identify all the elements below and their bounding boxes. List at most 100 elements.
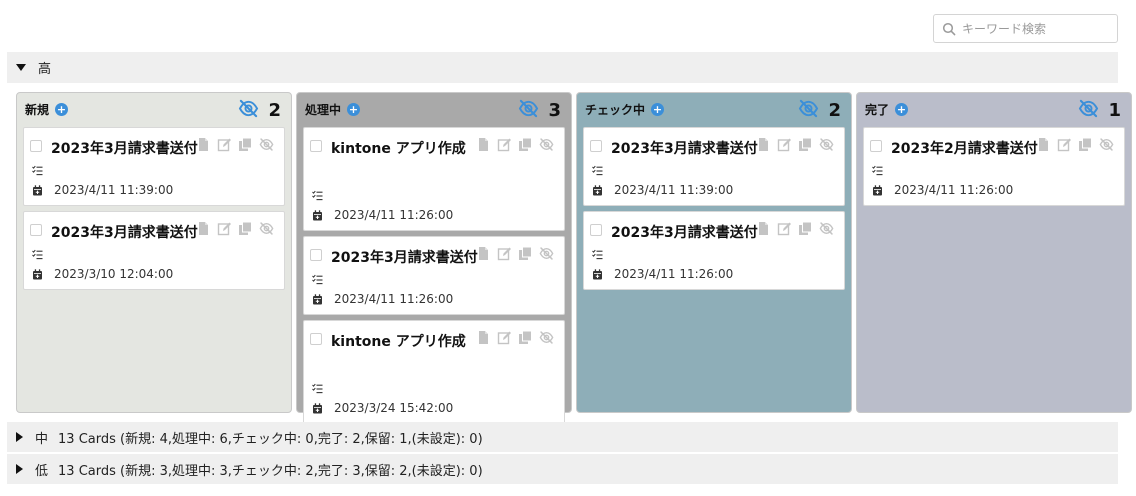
copy-icon[interactable]	[512, 330, 533, 349]
kanban-card[interactable]: 2023年3月請求書送付 2023/4/11 11:26:00	[583, 211, 845, 290]
card-title[interactable]: 2023年3月請求書送付	[611, 136, 758, 163]
task-list-icon[interactable]	[312, 274, 323, 289]
eye-slash-icon[interactable]	[253, 221, 274, 240]
eye-slash-icon[interactable]	[238, 99, 259, 122]
copy-icon[interactable]	[1072, 137, 1093, 156]
column-header: チェック中 +2	[583, 93, 845, 126]
column-count: 3	[548, 100, 561, 121]
task-list-icon[interactable]	[872, 165, 883, 180]
calendar-icon	[32, 269, 43, 284]
card-checkbox[interactable]	[870, 140, 882, 152]
plus-circle-icon[interactable]: +	[55, 103, 69, 116]
eye-slash-icon[interactable]	[533, 330, 554, 349]
task-list-icon[interactable]	[312, 190, 323, 205]
edit-icon[interactable]	[771, 137, 792, 156]
card-title[interactable]: 2023年3月請求書送付	[611, 220, 758, 247]
card-title[interactable]: 2023年3月請求書送付	[51, 220, 198, 247]
copy-icon[interactable]	[512, 246, 533, 265]
eye-slash-icon[interactable]	[798, 99, 819, 122]
calendar-icon	[592, 185, 603, 200]
card-checkbox[interactable]	[590, 224, 602, 236]
kanban-card[interactable]: 2023年2月請求書送付 2023/4/11 11:26:00	[863, 127, 1125, 206]
card-checkbox[interactable]	[310, 140, 322, 152]
card-title[interactable]: kintone アプリ作成	[331, 329, 471, 356]
column-count: 1	[1108, 100, 1121, 121]
document-icon[interactable]	[750, 221, 771, 240]
card-date: 2023/3/10 12:04:00	[54, 267, 174, 281]
edit-icon[interactable]	[491, 330, 512, 349]
eye-slash-icon[interactable]	[1093, 137, 1114, 156]
calendar-icon	[312, 403, 323, 418]
card-date: 2023/4/11 11:26:00	[334, 292, 454, 306]
card-date: 2023/4/11 11:39:00	[614, 183, 734, 197]
task-list-icon[interactable]	[32, 249, 43, 264]
edit-icon[interactable]	[491, 137, 512, 156]
eye-slash-icon[interactable]	[813, 221, 834, 240]
card-checkbox[interactable]	[310, 333, 322, 345]
edit-icon[interactable]	[211, 221, 232, 240]
column-title: 完了	[865, 103, 890, 117]
kanban-card[interactable]: 2023年3月請求書送付 2023/3/10 12:04:00	[23, 211, 285, 290]
document-icon[interactable]	[470, 137, 491, 156]
group-bar-high[interactable]: 高	[7, 52, 1118, 83]
card-checkbox[interactable]	[30, 224, 42, 236]
task-list-icon[interactable]	[592, 249, 603, 264]
task-list-icon[interactable]	[312, 383, 323, 398]
card-title[interactable]: 2023年2月請求書送付	[891, 136, 1038, 163]
expand-triangle-icon[interactable]	[16, 464, 23, 474]
calendar-icon	[872, 185, 883, 200]
copy-icon[interactable]	[232, 221, 253, 240]
group-bar-mid[interactable]: 中 13 Cards (新規: 4,処理中: 6,チェック中: 0,完了: 2,…	[7, 422, 1118, 452]
edit-icon[interactable]	[771, 221, 792, 240]
eye-slash-icon[interactable]	[518, 99, 539, 122]
kanban-card[interactable]: kintone アプリ作成 2023/3/24 15:42:00	[303, 320, 565, 424]
document-icon[interactable]	[750, 137, 771, 156]
collapse-triangle-icon[interactable]	[16, 64, 26, 71]
group-level: 中	[35, 431, 49, 447]
document-icon[interactable]	[190, 137, 211, 156]
plus-circle-icon[interactable]: +	[651, 103, 665, 116]
kanban-card[interactable]: kintone アプリ作成 2023/4/11 11:26:00	[303, 127, 565, 231]
column-header: 新規 +2	[23, 93, 285, 126]
card-title[interactable]: 2023年3月請求書送付	[51, 136, 198, 163]
kanban-column: 完了 +1 2023年2月請求書送付 2023/4/11 11:26:00	[856, 92, 1132, 413]
task-list-icon[interactable]	[592, 165, 603, 180]
eye-slash-icon[interactable]	[533, 246, 554, 265]
card-checkbox[interactable]	[590, 140, 602, 152]
search-input[interactable]	[962, 21, 1112, 36]
kanban-card[interactable]: 2023年3月請求書送付 2023/4/11 11:39:00	[583, 127, 845, 206]
card-title[interactable]: kintone アプリ作成	[331, 136, 471, 163]
copy-icon[interactable]	[792, 221, 813, 240]
document-icon[interactable]	[470, 330, 491, 349]
edit-icon[interactable]	[1051, 137, 1072, 156]
eye-slash-icon[interactable]	[533, 137, 554, 156]
kanban-card[interactable]: 2023年3月請求書送付 2023/4/11 11:26:00	[303, 236, 565, 315]
edit-icon[interactable]	[211, 137, 232, 156]
group-bar-low[interactable]: 低 13 Cards (新規: 3,処理中: 3,チェック中: 2,完了: 3,…	[7, 454, 1118, 484]
edit-icon[interactable]	[491, 246, 512, 265]
eye-slash-icon[interactable]	[1078, 99, 1099, 122]
card-date: 2023/4/11 11:26:00	[894, 183, 1014, 197]
calendar-icon	[312, 210, 323, 225]
kanban-column: 処理中 +3 kintone アプリ作成 2023/4/11 11:26:00 2023…	[296, 92, 572, 424]
copy-icon[interactable]	[232, 137, 253, 156]
copy-icon[interactable]	[792, 137, 813, 156]
copy-icon[interactable]	[512, 137, 533, 156]
document-icon[interactable]	[190, 221, 211, 240]
eye-slash-icon[interactable]	[253, 137, 274, 156]
kanban-card[interactable]: 2023年3月請求書送付 2023/4/11 11:39:00	[23, 127, 285, 206]
document-icon[interactable]	[1030, 137, 1051, 156]
search-box[interactable]	[933, 14, 1118, 43]
task-list-icon[interactable]	[32, 165, 43, 180]
expand-triangle-icon[interactable]	[16, 432, 23, 442]
eye-slash-icon[interactable]	[813, 137, 834, 156]
card-checkbox[interactable]	[310, 249, 322, 261]
card-date: 2023/4/11 11:26:00	[334, 208, 454, 222]
card-title[interactable]: 2023年3月請求書送付	[331, 245, 478, 272]
plus-circle-icon[interactable]: +	[347, 103, 361, 116]
document-icon[interactable]	[470, 246, 491, 265]
column-header: 処理中 +3	[303, 93, 565, 126]
plus-circle-icon[interactable]: +	[895, 103, 909, 116]
card-checkbox[interactable]	[30, 140, 42, 152]
group-level: 低	[35, 463, 49, 479]
